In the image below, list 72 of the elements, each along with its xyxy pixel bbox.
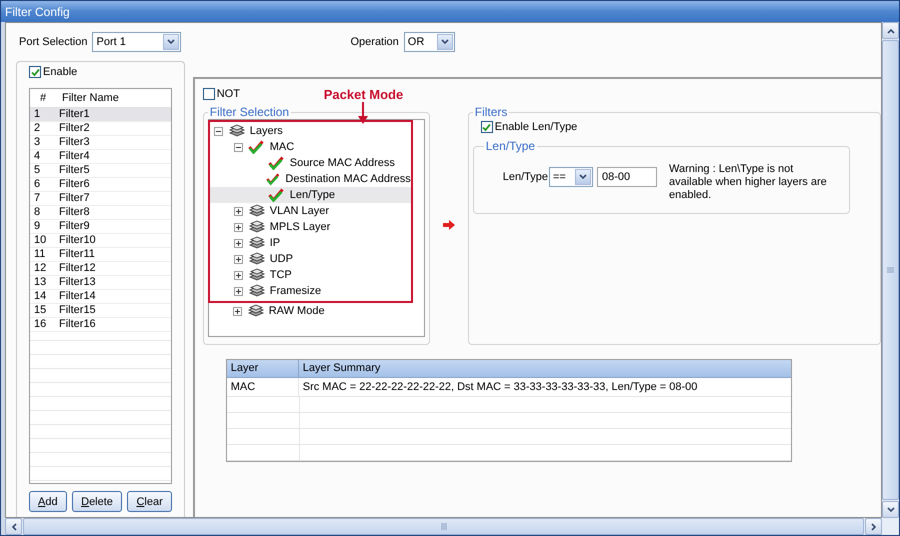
- caret-icon: [167, 39, 176, 45]
- column-header[interactable]: #: [30, 92, 56, 104]
- caret-icon: [579, 174, 587, 180]
- tree-item[interactable]: IP: [210, 235, 411, 251]
- tree-item[interactable]: UDP: [210, 251, 411, 267]
- tree-item[interactable]: Layers: [210, 123, 411, 139]
- expand-icon[interactable]: [234, 206, 243, 216]
- warning-text: Warning : Len\Type is not available when higher layers are enabled.: [669, 163, 828, 202]
- filter-row[interactable]: 2 Filter2: [30, 122, 171, 136]
- field-label: Len/Type: [502, 170, 548, 185]
- expand-icon[interactable]: [234, 222, 243, 232]
- group-title: Len/Type: [484, 139, 536, 153]
- column-header[interactable]: Layer Summary: [298, 360, 791, 377]
- column-header[interactable]: Filter Name: [56, 92, 119, 104]
- filter-row[interactable]: 9 Filter9: [30, 220, 171, 234]
- vertical-scrollbar[interactable]: [882, 22, 899, 518]
- filter-row[interactable]: 14 Filter14: [30, 290, 171, 304]
- filter-row[interactable]: 1 Filter1: [30, 108, 171, 122]
- table-cell: MAC: [226, 378, 299, 396]
- filter-row[interactable]: 10 Filter10: [30, 234, 171, 248]
- field-label: Operation: [350, 36, 399, 48]
- port-dropdown[interactable]: Port 1: [92, 32, 182, 52]
- checkmark-icon: [482, 122, 492, 132]
- expand-icon[interactable]: [234, 254, 243, 264]
- collapse-icon[interactable]: [234, 142, 243, 152]
- group-title: Filter Selection: [208, 105, 290, 119]
- tree-item[interactable]: VLAN Layer: [210, 203, 411, 219]
- filter-row[interactable]: 13 Filter13: [30, 276, 171, 290]
- operator-dropdown[interactable]: ==: [549, 167, 593, 187]
- tree-item[interactable]: RAW Mode: [208, 303, 424, 319]
- filter-row[interactable]: 7 Filter7: [30, 192, 171, 206]
- enable-checkbox[interactable]: Enable: [29, 64, 172, 80]
- collapse-icon[interactable]: [214, 126, 223, 136]
- value-field[interactable]: 08-00: [597, 167, 657, 187]
- tree-item[interactable]: Destination MAC Address: [210, 171, 411, 187]
- table-cell-text: Src MAC = 22-22-22-22-22-22, Dst MAC = 33-33-33-33-33-33, Len/Type = 08-00: [302, 380, 698, 395]
- column-header[interactable]: Layer: [226, 360, 299, 377]
- tree-item[interactable]: Source MAC Address: [210, 155, 411, 171]
- group-title: Filters: [474, 105, 508, 119]
- filter-row[interactable]: 6 Filter6: [30, 178, 171, 192]
- grip-icon[interactable]: [887, 267, 894, 273]
- tree-item[interactable]: MPLS Layer: [210, 219, 411, 235]
- filter-row[interactable]: 5 Filter5: [30, 164, 171, 178]
- tree-item[interactable]: MAC: [210, 139, 411, 155]
- not-checkbox[interactable]: NOT: [202, 86, 240, 102]
- right-arrow-icon: [442, 220, 455, 230]
- checkmark-icon: [30, 68, 40, 76]
- tree-item[interactable]: Framesize: [210, 283, 411, 299]
- action-button[interactable]: Add: [29, 491, 67, 512]
- window-title: Filter Config: [1, 1, 899, 22]
- action-button[interactable]: Clear: [127, 491, 172, 512]
- filter-row[interactable]: 15 Filter15: [30, 304, 171, 318]
- expand-icon[interactable]: [232, 306, 242, 316]
- enable-len-type-checkbox[interactable]: Enable Len/Type: [480, 119, 876, 135]
- filter-row[interactable]: 12 Filter12: [30, 262, 171, 276]
- filter-row[interactable]: 16 Filter16: [30, 318, 171, 332]
- expand-icon[interactable]: [234, 286, 243, 296]
- operation-dropdown[interactable]: OR: [404, 32, 455, 52]
- tree-item[interactable]: TCP: [210, 267, 411, 283]
- horizontal-scrollbar[interactable]: [1, 518, 899, 535]
- filter-row[interactable]: 8 Filter8: [30, 206, 171, 220]
- action-button[interactable]: Delete: [72, 491, 122, 512]
- filter-row[interactable]: 11 Filter11: [30, 248, 171, 262]
- annotation-label: Packet Mode: [324, 87, 404, 102]
- filter-row[interactable]: 3 Filter3: [30, 136, 171, 150]
- tree-item[interactable]: Len/Type: [210, 187, 411, 203]
- caret-icon: [440, 39, 449, 45]
- field-label: Port Selection: [19, 36, 88, 48]
- filter-row[interactable]: 4 Filter4: [30, 150, 171, 164]
- expand-icon[interactable]: [234, 270, 243, 280]
- expand-icon[interactable]: [234, 238, 243, 248]
- grip-icon[interactable]: [440, 523, 446, 530]
